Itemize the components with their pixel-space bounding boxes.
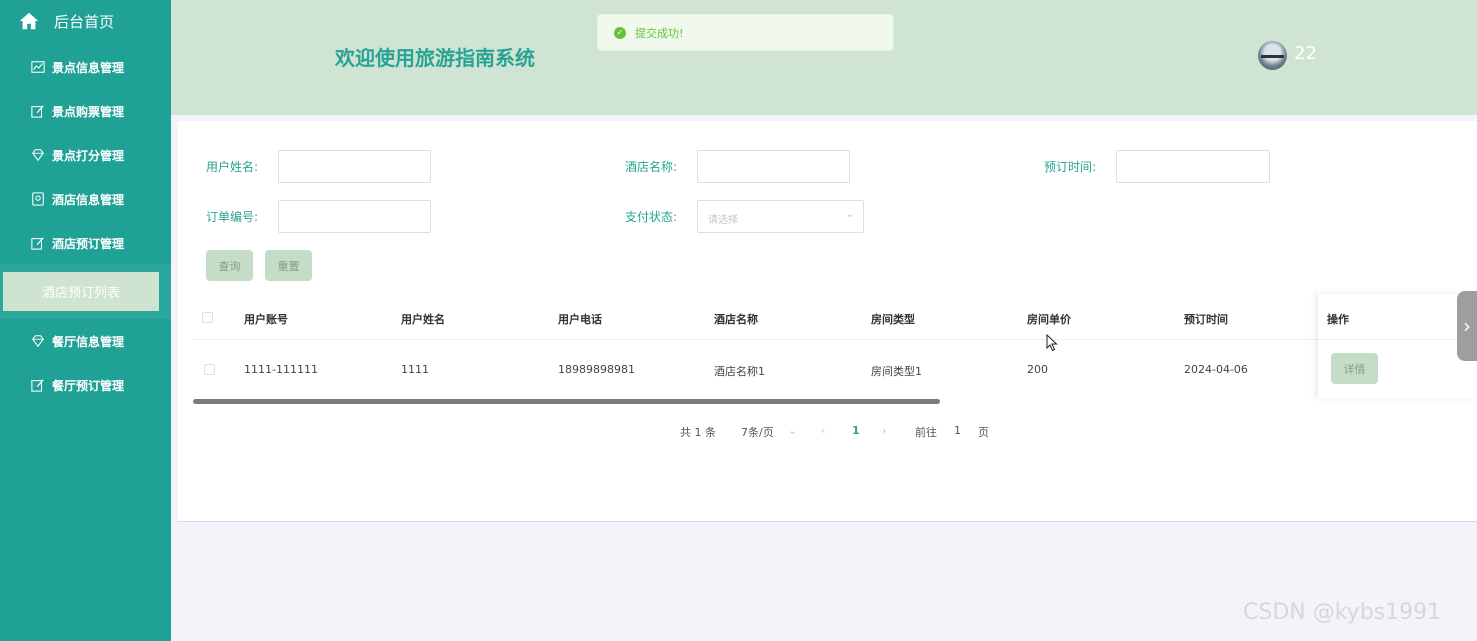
page-size-select[interactable]: 7条/页 [741,424,774,440]
column-header: 房间单价 [1027,313,1071,326]
cell-hotel: 酒店名称1 [714,365,765,378]
chevron-down-icon: ⌄ [845,209,854,220]
sidebar-item-restaurant-info[interactable]: 餐厅信息管理 [0,319,171,363]
edit-icon [31,105,44,118]
pay-status-select[interactable]: 请选择 ⌄ [697,200,864,233]
column-header: 用户电话 [558,313,602,326]
user-name-input[interactable] [278,150,431,183]
column-header: 酒店名称 [714,313,758,326]
sidebar-item-label: 酒店信息管理 [52,192,125,207]
order-no-input[interactable] [278,200,431,233]
horizontal-scrollbar[interactable] [193,399,940,404]
watermark: CSDN @kybs1991 [1243,600,1442,625]
cell-phone: 18989898981 [558,363,635,376]
select-all-checkbox[interactable] [202,312,213,323]
edit-icon [31,237,44,250]
order-no-label: 订单编号: [206,210,259,224]
goto-label: 前往 [915,426,937,439]
user-name-label: 用户姓名: [206,160,259,174]
goto-input[interactable]: 1 [954,424,961,437]
badge-icon [32,192,44,206]
check-circle-icon: ✓ [614,26,626,39]
sidebar-item-label: 景点打分管理 [52,148,125,163]
pagination-total: 共 1 条 [680,426,716,439]
cell-account: 1111-111111 [244,363,318,376]
hotel-name-label: 酒店名称: [625,160,678,174]
diamond-icon [32,149,44,162]
column-header: 用户账号 [244,313,288,326]
reset-button[interactable]: 重置 [265,250,312,281]
sidebar-home[interactable]: 后台首页 [0,0,171,42]
header-divider [193,339,1477,340]
column-header: 用户姓名 [401,313,445,326]
home-icon [19,12,39,30]
pay-status-label: 支付状态: [625,210,678,224]
booking-time-label: 预订时间: [1044,160,1097,174]
page-number[interactable]: 1 [852,424,860,437]
cell-price: 200 [1027,363,1048,376]
diamond-icon [32,335,44,348]
sidebar-subitem-label: 酒店预订列表 [41,286,120,301]
cell-room-type: 房间类型1 [871,365,922,378]
sidebar-item-restaurant-booking[interactable]: 餐厅预订管理 [0,363,171,407]
avatar[interactable] [1258,41,1287,70]
row-checkbox[interactable] [204,364,215,375]
hotel-name-input[interactable] [697,150,850,183]
page-title: 欢迎使用旅游指南系统 [335,46,535,70]
page-suffix: 页 [978,426,989,439]
detail-button[interactable]: 详情 [1331,353,1378,384]
chevron-down-icon: ⌄ [788,424,798,437]
sidebar-item-label: 景点信息管理 [52,60,125,75]
sidebar-item-hotel-booking[interactable]: 酒店预订管理 [0,221,171,265]
header-divider [1318,339,1477,340]
sidebar-item-hotel-info[interactable]: 酒店信息管理 [0,177,171,221]
next-page-icon[interactable]: › [882,424,886,437]
sidebar: 后台首页 景点信息管理 景点购票管理 景点打分管理 酒店信息管理 酒店预订管理 … [0,0,171,641]
sidebar-item-rating[interactable]: 景点打分管理 [0,133,171,177]
sidebar-item-scenic-info[interactable]: 景点信息管理 [0,45,171,89]
booking-time-input[interactable] [1116,150,1270,183]
toast-message: 提交成功! [635,26,684,40]
chart-icon [31,61,45,73]
sidebar-item-label: 餐厅预订管理 [52,378,125,393]
username[interactable]: 22 [1294,43,1317,64]
sidebar-subitem-hotel-booking-list[interactable]: 酒店预订列表 [3,272,159,311]
cell-time: 2024-04-06 [1184,363,1248,376]
success-toast: ✓ 提交成功! [597,14,894,51]
sidebar-item-label: 餐厅信息管理 [52,334,125,349]
query-button[interactable]: 查询 [206,250,253,281]
prev-page-icon[interactable]: ‹ [821,424,825,437]
chevron-right-icon[interactable]: › [1457,291,1477,361]
column-header: 预订时间 [1184,313,1228,326]
pay-status-placeholder: 请选择 [708,215,738,226]
mouse-cursor-icon [1046,334,1058,352]
sidebar-item-ticket[interactable]: 景点购票管理 [0,89,171,133]
sidebar-item-label: 景点购票管理 [52,104,125,119]
cell-name: 1111 [401,363,429,376]
column-header: 房间类型 [871,313,915,326]
sidebar-home-label: 后台首页 [54,12,115,31]
edit-icon [31,379,44,392]
sidebar-item-label: 酒店预订管理 [52,236,125,251]
column-header: 操作 [1327,313,1349,326]
